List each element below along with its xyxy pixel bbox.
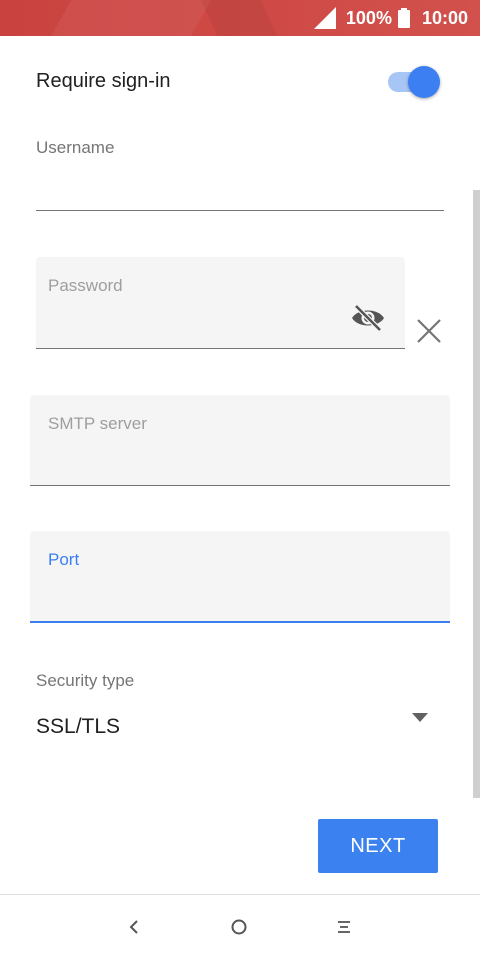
- port-placeholder: Port: [48, 550, 80, 569]
- security-type-label: Security type: [36, 671, 135, 690]
- status-bar: 100% 10:00: [0, 0, 480, 36]
- username-field[interactable]: [36, 210, 444, 211]
- password-placeholder: Password: [48, 276, 123, 295]
- port-field[interactable]: Port: [30, 531, 450, 623]
- recents-icon[interactable]: [336, 919, 352, 935]
- dropdown-arrow-icon[interactable]: [412, 713, 428, 723]
- require-signin-label: Require sign-in: [36, 70, 171, 92]
- smtp-server-field[interactable]: SMTP server: [30, 395, 450, 486]
- require-signin-row[interactable]: Require sign-in: [36, 62, 444, 102]
- signal-icon: [313, 7, 336, 29]
- battery-icon: [397, 8, 410, 28]
- status-bar-decoration: [191, 0, 289, 36]
- status-bar-decoration: [36, 0, 224, 36]
- back-icon[interactable]: [126, 917, 142, 937]
- smtp-server-placeholder: SMTP server: [48, 414, 147, 433]
- battery-percent: 100%: [345, 7, 392, 28]
- status-indicators: 100% 10:00: [313, 0, 468, 36]
- screen: 100% 10:00 Require sign-in Username Pass…: [0, 0, 480, 960]
- username-label: Username: [36, 138, 115, 157]
- home-icon[interactable]: [230, 918, 248, 936]
- password-field[interactable]: Password: [36, 257, 405, 349]
- next-button[interactable]: NEXT: [318, 819, 438, 873]
- scrollbar[interactable]: [473, 190, 480, 798]
- require-signin-toggle[interactable]: [388, 66, 440, 98]
- clock: 10:00: [421, 7, 468, 28]
- navigation-bar: [0, 895, 480, 960]
- close-icon[interactable]: [414, 316, 444, 346]
- security-type-dropdown[interactable]: SSL/TLS: [36, 715, 120, 739]
- toggle-thumb: [408, 66, 440, 98]
- visibility-off-icon[interactable]: [350, 303, 386, 333]
